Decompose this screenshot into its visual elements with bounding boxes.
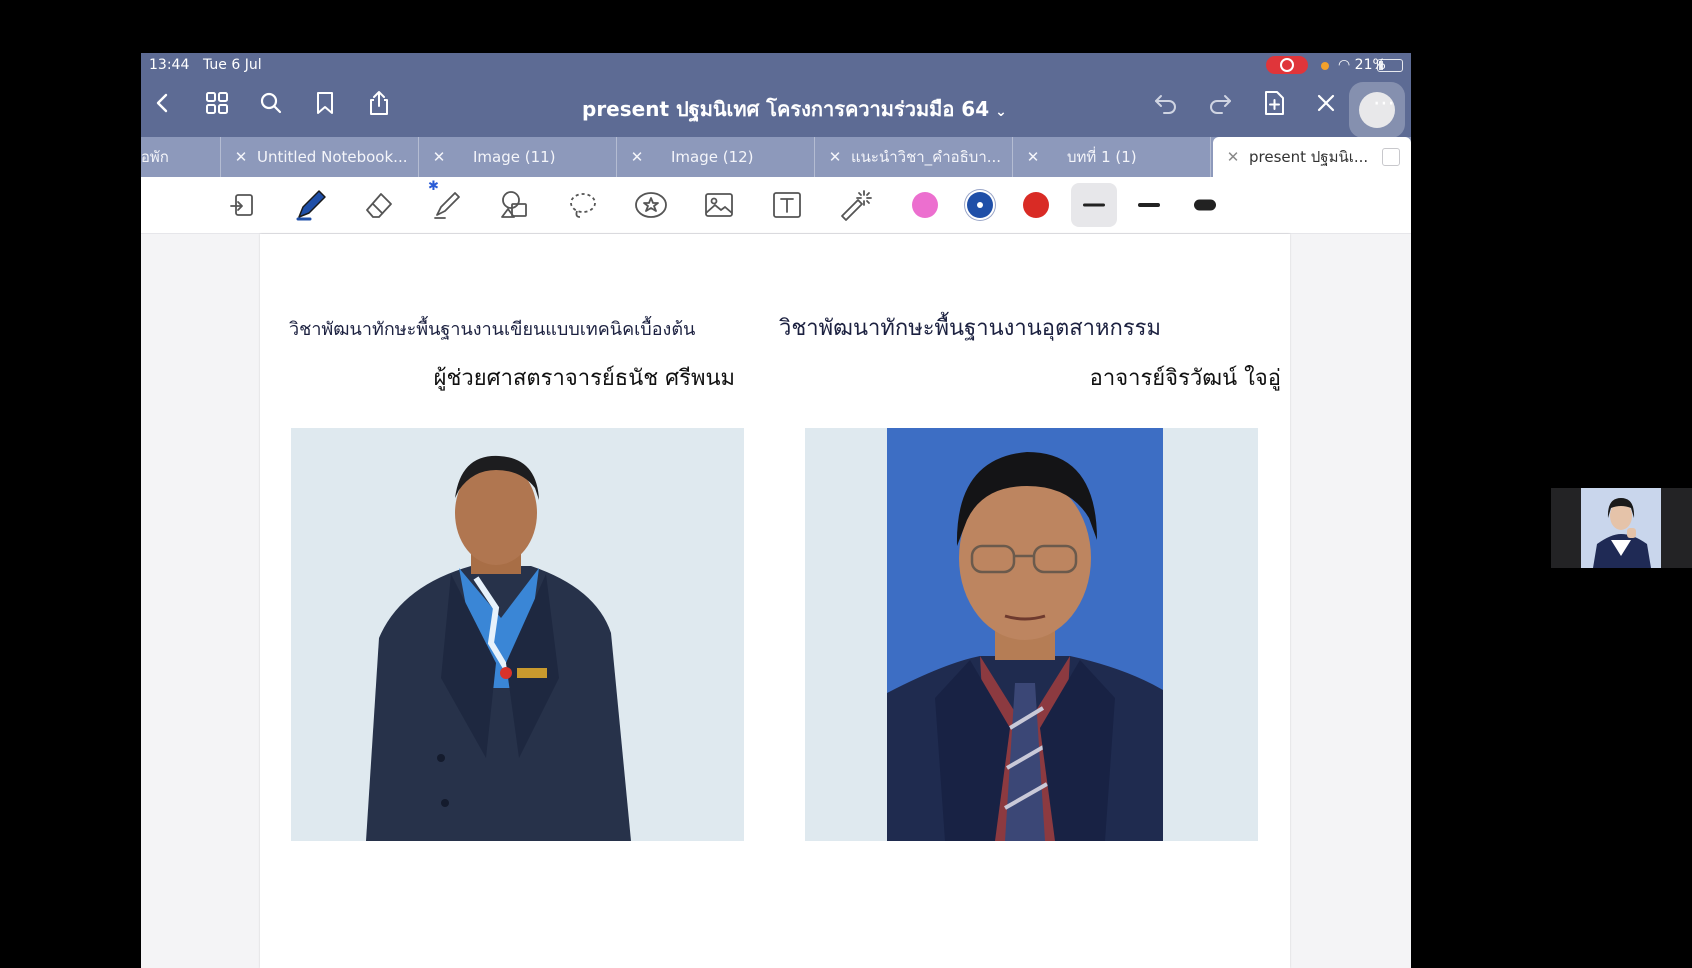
canvas-area: วิชาพัฒนาทักษะพื้นฐานงานเขียนแบบเทคนิคเบ… [141,234,1411,968]
tab-untitled-notebook[interactable]: ✕ Untitled Notebook... [221,137,419,177]
right-teacher-photo [805,428,1258,841]
notebook-page[interactable]: วิชาพัฒนาทักษะพื้นฐานงานเขียนแบบเทคนิคเบ… [260,234,1290,968]
pen-tool-icon[interactable] [289,183,333,227]
tab-close-icon[interactable]: ✕ [229,148,253,166]
left-teacher-name: ผู้ช่วยศาสตราจารย์ธนัช ศรีพนม [433,366,735,391]
tab-image-11[interactable]: ✕ Image (11) [419,137,617,177]
tab-dorm[interactable]: หอพัก [141,137,221,177]
chevron-down-icon: ⌄ [995,104,1007,120]
app-header: 13:44 Tue 6 Jul ◠ 21% present ปฐมนิเทศ โ… [141,53,1411,138]
redo-icon[interactable] [1202,85,1238,121]
color-swatch-blue-selected[interactable] [967,192,993,218]
mic-in-use-dot [1321,62,1329,70]
tab-close-icon[interactable]: ✕ [1021,148,1045,166]
tab-label: แนะนำวิชา_คำอธิบา... [851,148,1002,166]
tab-label: Image (12) [671,148,754,166]
eraser-tool-icon[interactable] [357,183,401,227]
status-date: Tue 6 Jul [203,57,262,73]
right-subject-title: วิชาพัฒนาทักษะพื้นฐานงานอุตสาหกรรม [779,316,1161,341]
read-only-mode-icon[interactable] [221,183,265,227]
laser-pointer-icon[interactable] [833,183,877,227]
color-swatch-pink[interactable] [912,192,938,218]
tab-course-intro[interactable]: ✕ แนะนำวิชา_คำอธิบา... [815,137,1013,177]
tab-close-icon[interactable]: ✕ [1221,148,1245,166]
interpreter-video-inset [1551,488,1692,568]
shape-tool-icon[interactable] [493,183,537,227]
screen-recording-indicator[interactable] [1266,56,1308,74]
battery-icon [1377,59,1403,72]
tab-bar: หอพัก ✕ Untitled Notebook... ✕ Image (11… [141,137,1411,177]
right-teacher-name: อาจารย์จิรวัฒน์ ใจอู่ [1089,366,1281,391]
undo-icon[interactable] [1148,85,1184,121]
highlighter-tool-icon[interactable] [425,183,469,227]
tab-close-icon[interactable]: ✕ [625,148,649,166]
color-swatch-red[interactable] [1023,192,1049,218]
tab-chapter-1[interactable]: ✕ บทที่ 1 (1) [1013,137,1211,177]
tab-label: present ปฐมนิเ... [1249,148,1369,166]
text-tool-icon[interactable] [765,183,809,227]
split-view-icon[interactable] [1382,148,1400,166]
ipad-screen: 13:44 Tue 6 Jul ◠ 21% present ปฐมนิเทศ โ… [141,53,1411,968]
tab-label: Image (11) [473,148,556,166]
add-page-icon[interactable] [1256,85,1292,121]
lasso-tool-icon[interactable] [561,183,605,227]
tab-label: หอพัก [141,148,169,166]
tab-label: บทที่ 1 (1) [1067,148,1137,166]
left-subject-title: วิชาพัฒนาทักษะพื้นฐานงานเขียนแบบเทคนิคเบ… [289,319,696,340]
document-title[interactable]: present ปฐมนิเทศ โครงการความร่วมมือ 64 ⌄ [582,93,1007,125]
tab-label: Untitled Notebook... [257,148,408,166]
tab-close-icon[interactable]: ✕ [427,148,451,166]
image-tool-icon[interactable] [697,183,741,227]
nav-bar: present ปฐมนิเทศ โครงการความร่วมมือ 64 ⌄ … [141,77,1411,138]
tab-present-active[interactable]: ✕ present ปฐมนิเ... [1213,137,1411,177]
bookmark-icon[interactable] [307,85,343,121]
sticker-tool-icon[interactable] [629,183,673,227]
status-time: 13:44 [149,57,190,73]
status-bar: 13:44 Tue 6 Jul ◠ 21% [141,53,1411,77]
search-icon[interactable] [253,85,289,121]
grid-view-icon[interactable] [199,85,235,121]
stroke-medium[interactable] [1126,183,1172,227]
tab-close-icon[interactable]: ✕ [823,148,847,166]
stroke-thick[interactable] [1182,183,1228,227]
tab-image-12[interactable]: ✕ Image (12) [617,137,815,177]
stroke-thin-selected[interactable] [1071,183,1117,227]
back-icon[interactable] [145,85,181,121]
left-teacher-photo [291,428,744,841]
more-icon[interactable]: ⋯ [1366,85,1402,121]
close-icon[interactable] [1308,85,1344,121]
document-title-text: present ปฐมนิเทศ โครงการความร่วมมือ 64 [582,97,990,121]
drawing-toolbar: ✱ [141,177,1411,234]
wifi-icon: ◠ [1338,57,1355,73]
share-icon[interactable] [361,85,397,121]
record-icon [1280,58,1294,72]
